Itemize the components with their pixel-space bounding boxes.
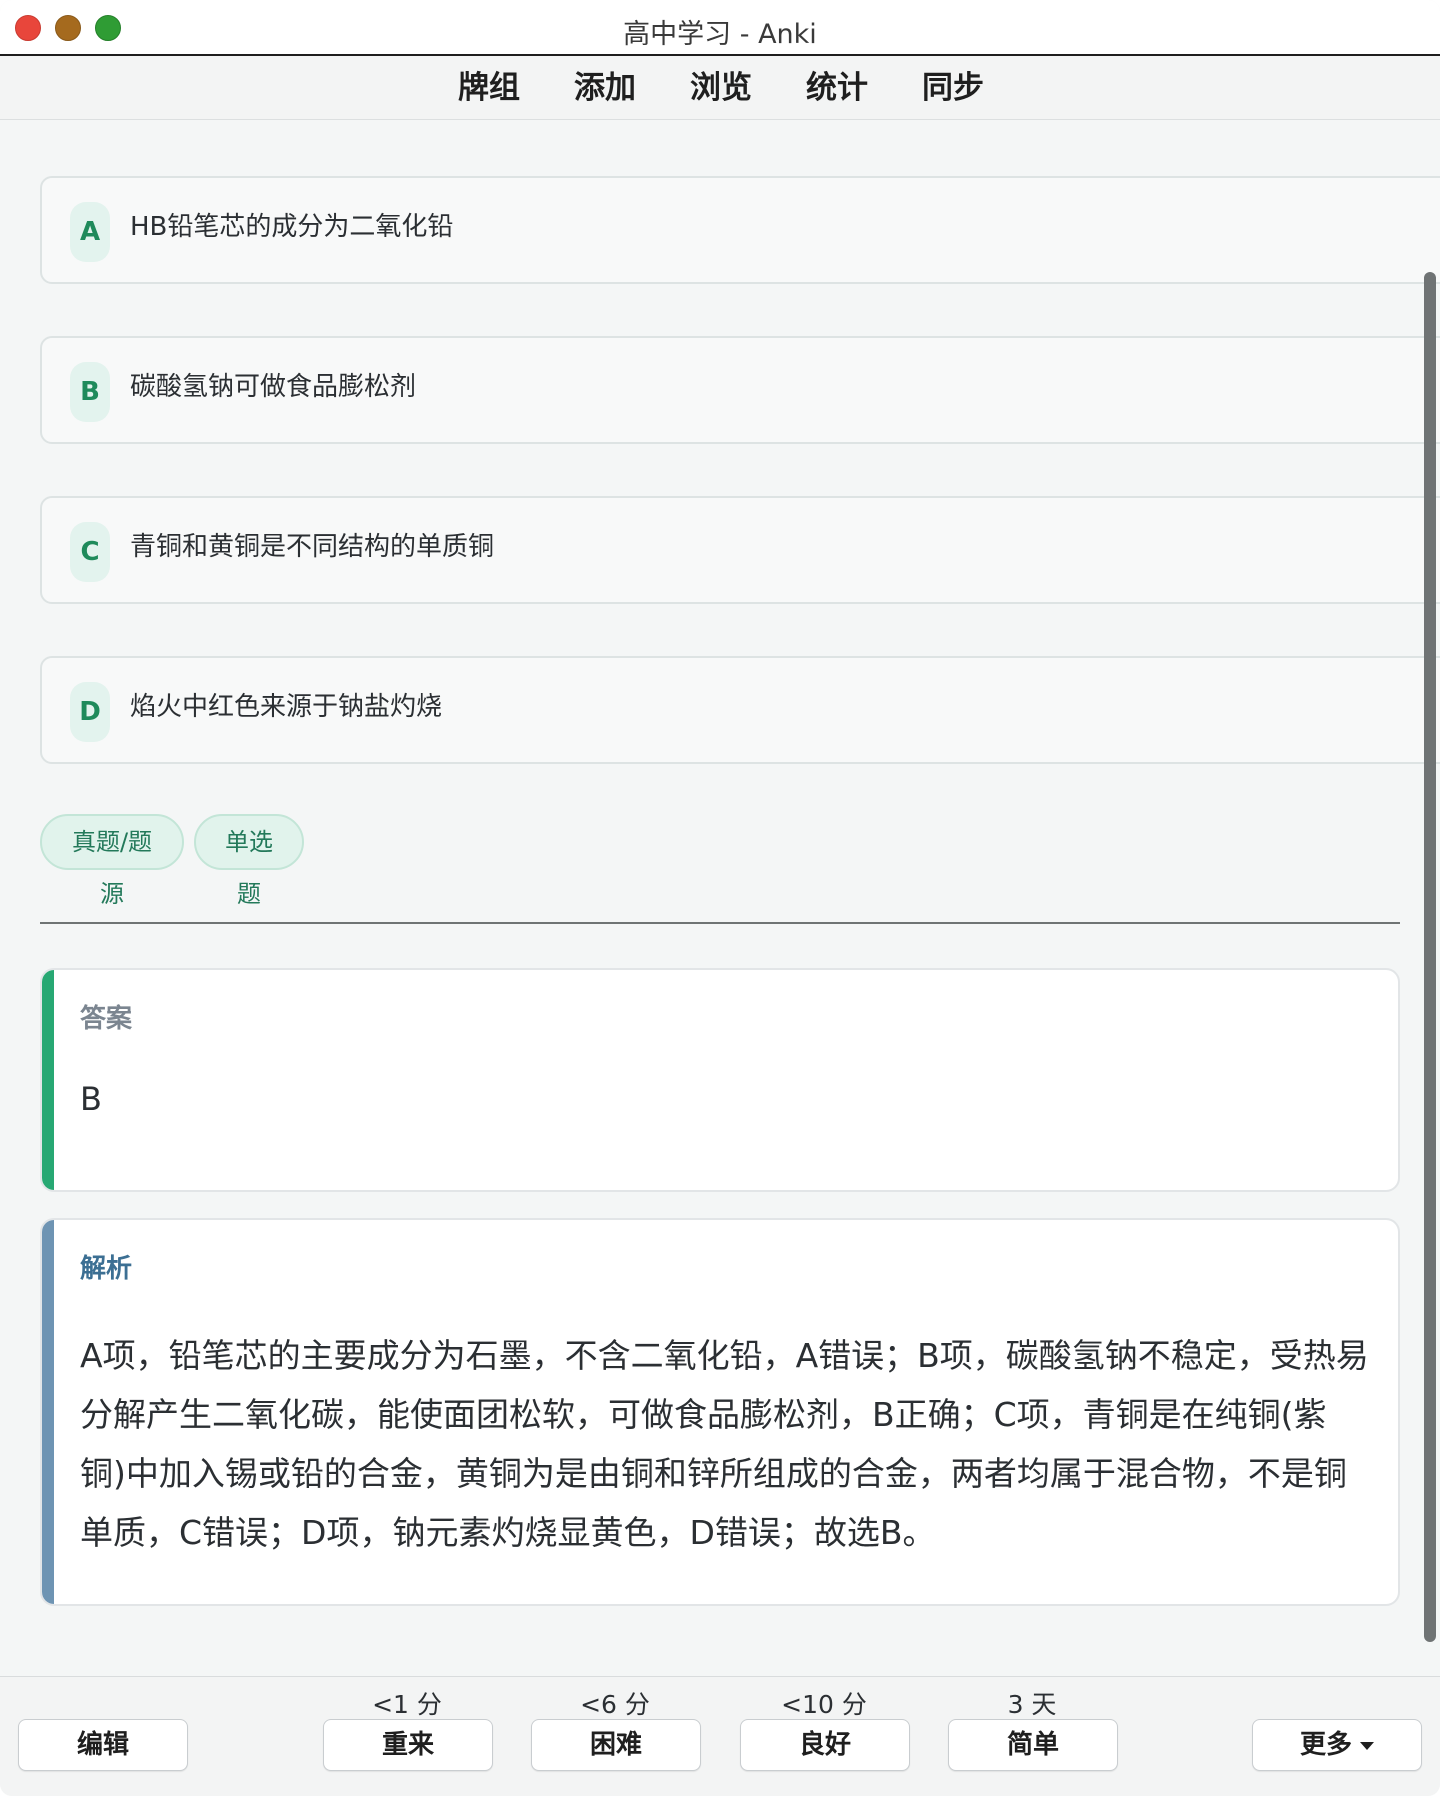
tag-source[interactable]: 真题/题源 — [40, 814, 184, 908]
option-card-a[interactable]: A HB铅笔芯的成分为二氧化铅 — [40, 176, 1440, 284]
chevron-down-icon — [1360, 1741, 1374, 1750]
tag-single-choice[interactable]: 单选题 — [194, 814, 304, 908]
main-toolbar: 牌组 添加 浏览 统计 同步 — [0, 56, 1440, 120]
option-card-b[interactable]: B 碳酸氢钠可做食品膨松剂 — [40, 336, 1440, 444]
toolbar-browse[interactable]: 浏览 — [690, 68, 752, 108]
option-letter-badge: D — [70, 682, 110, 742]
toolbar-stats[interactable]: 统计 — [806, 68, 868, 108]
interval-good: <10 分 — [781, 1690, 867, 1719]
hard-button[interactable]: 困难 — [531, 1719, 701, 1771]
vertical-scrollbar[interactable] — [1424, 272, 1436, 1642]
easy-button[interactable]: 简单 — [948, 1719, 1118, 1771]
interval-again: <1 分 — [372, 1690, 442, 1719]
more-label: 更多 — [1299, 1730, 1352, 1760]
toolbar-add[interactable]: 添加 — [574, 68, 636, 108]
explanation-label: 解析 — [80, 1254, 133, 1284]
option-card-c[interactable]: C 青铜和黄铜是不同结构的单质铜 — [40, 496, 1440, 604]
explanation-accent-bar — [42, 1220, 54, 1604]
review-bottom-bar: <1 分 <6 分 <10 分 3 天 编辑 重来 困难 良好 简单 更多 — [0, 1676, 1440, 1796]
good-button[interactable]: 良好 — [740, 1719, 910, 1771]
option-card-d[interactable]: D 焰火中红色来源于钠盐灼烧 — [40, 656, 1440, 764]
edit-button[interactable]: 编辑 — [18, 1719, 188, 1771]
interval-easy: 3 天 — [1007, 1690, 1057, 1719]
toolbar-sync[interactable]: 同步 — [922, 68, 984, 108]
answer-label: 答案 — [80, 1004, 133, 1034]
option-letter-badge: C — [70, 522, 110, 582]
card-content: A HB铅笔芯的成分为二氧化铅 B 碳酸氢钠可做食品膨松剂 C 青铜和黄铜是不同… — [0, 120, 1440, 1676]
option-text: 碳酸氢钠可做食品膨松剂 — [130, 372, 417, 402]
interval-hard: <6 分 — [580, 1690, 650, 1719]
option-text: HB铅笔芯的成分为二氧化铅 — [130, 212, 454, 242]
again-button[interactable]: 重来 — [323, 1719, 493, 1771]
explanation-text: A项，铅笔芯的主要成分为石墨，不含二氧化铅，A错误；B项，碳酸氢钠不稳定，受热易… — [80, 1336, 1369, 1552]
title-bar: 高中学习 - Anki — [0, 0, 1440, 56]
option-letter-badge: B — [70, 362, 110, 422]
option-letter-badge: A — [70, 202, 110, 262]
toolbar-decks[interactable]: 牌组 — [458, 68, 520, 108]
option-text: 青铜和黄铜是不同结构的单质铜 — [130, 532, 495, 562]
explanation-card: 解析 A项，铅笔芯的主要成分为石墨，不含二氧化铅，A错误；B项，碳酸氢钠不稳定，… — [40, 1218, 1400, 1606]
window-title: 高中学习 - Anki — [623, 19, 817, 50]
answer-value: B — [80, 1080, 102, 1118]
anki-window: 高中学习 - Anki 牌组 添加 浏览 统计 同步 A HB铅笔芯的成分为二氧… — [0, 0, 1440, 1796]
answer-accent-bar — [42, 970, 54, 1190]
more-button[interactable]: 更多 — [1252, 1719, 1422, 1771]
answer-divider — [40, 922, 1400, 924]
option-text: 焰火中红色来源于钠盐灼烧 — [130, 692, 443, 722]
answer-card: 答案 B — [40, 968, 1400, 1192]
